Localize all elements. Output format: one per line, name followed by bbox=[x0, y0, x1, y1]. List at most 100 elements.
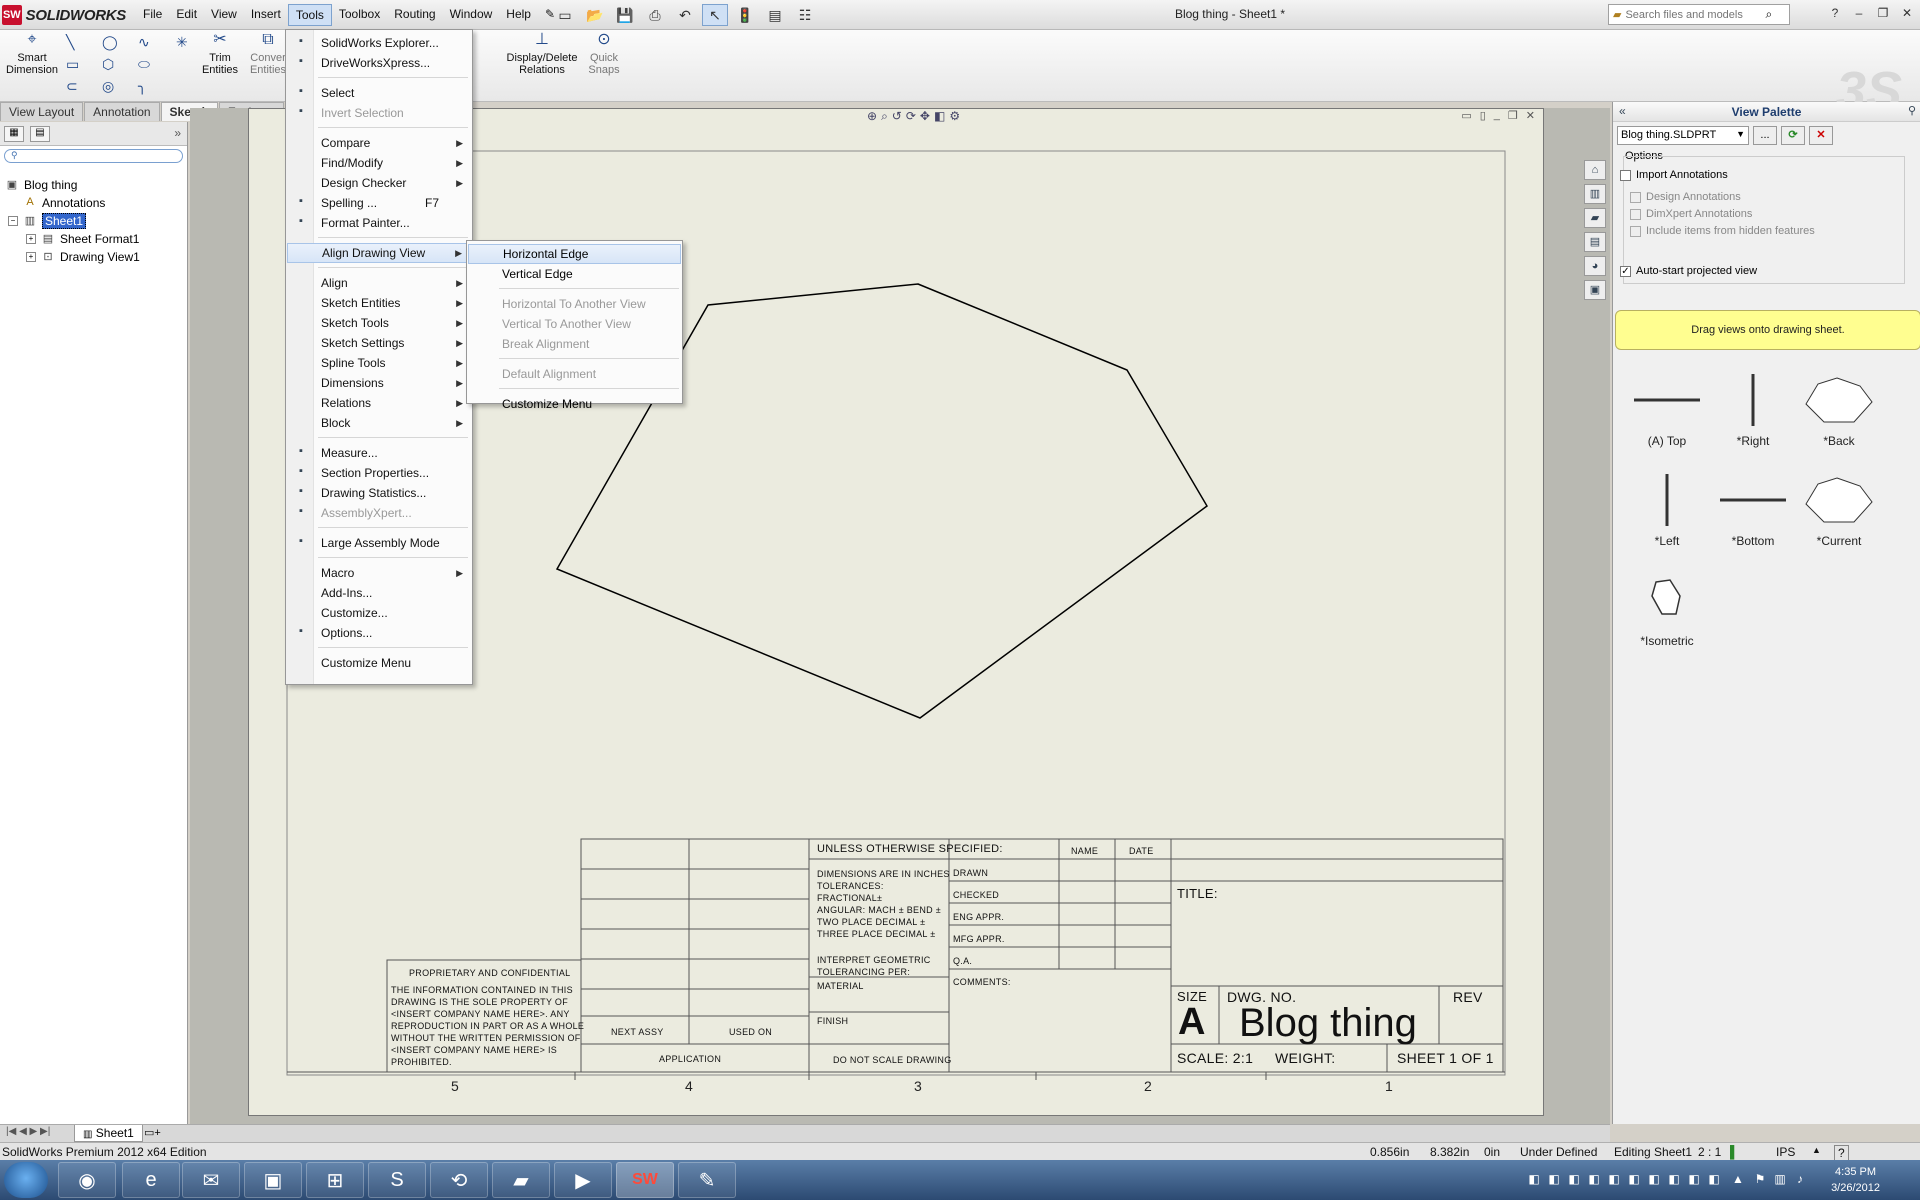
tray-app-icon[interactable]: ◧ bbox=[1626, 1172, 1642, 1188]
menu-item-align[interactable]: Align ▶ bbox=[287, 273, 471, 293]
view-thumb-isometric[interactable]: *Isometric bbox=[1627, 572, 1707, 648]
menu-item-sketch-settings[interactable]: Sketch Settings ▶ bbox=[287, 333, 471, 353]
view-thumb-top[interactable]: (A) Top bbox=[1627, 372, 1707, 448]
submenu-item-break-alignment[interactable]: Break Alignment bbox=[468, 334, 681, 354]
browse-button[interactable]: ... bbox=[1753, 126, 1777, 145]
tree-root[interactable]: ▣ Blog thing bbox=[4, 176, 78, 194]
status-scale[interactable]: 2 : 1 bbox=[1698, 1145, 1721, 1159]
internet-explorer-icon[interactable]: e bbox=[122, 1162, 180, 1198]
print-icon[interactable]: ⎙ bbox=[642, 4, 668, 26]
tree-item-sheet-format[interactable]: + ▤ Sheet Format1 bbox=[26, 230, 139, 248]
auto-start-checkbox[interactable]: ✓ Auto-start projected view bbox=[1620, 265, 1757, 277]
help-icon[interactable]: ? bbox=[1834, 1145, 1849, 1161]
menu-item-solidworks-explorer[interactable]: ▪ SolidWorks Explorer... bbox=[287, 33, 471, 53]
menu-item-relations[interactable]: Relations ▶ bbox=[287, 393, 471, 413]
paint-icon[interactable]: ✎ bbox=[678, 1162, 736, 1198]
volume-icon[interactable]: ♪ bbox=[1792, 1172, 1808, 1188]
submenu-item-horizontal-to-another-view[interactable]: Horizontal To Another View bbox=[468, 294, 681, 314]
spline-icon[interactable]: ∿ bbox=[138, 34, 150, 51]
view-thumb-back[interactable]: *Back bbox=[1799, 372, 1879, 448]
expand-icon[interactable]: + bbox=[26, 234, 36, 244]
menu-item-format-painter[interactable]: ▪ Format Painter... bbox=[287, 213, 471, 233]
menu-item-design-checker[interactable]: Design Checker ▶ bbox=[287, 173, 471, 193]
tree-filter-input[interactable]: ⚲ bbox=[4, 149, 183, 163]
appearances-icon[interactable]: ◕ bbox=[1584, 256, 1606, 276]
ellipse-icon[interactable]: ⬭ bbox=[138, 56, 150, 73]
slot-icon[interactable]: ⊂ bbox=[66, 78, 78, 95]
menu-insert[interactable]: Insert bbox=[244, 4, 288, 26]
media-player-icon[interactable]: ▶ bbox=[554, 1162, 612, 1198]
custom-properties-icon[interactable]: ▣ bbox=[1584, 280, 1606, 300]
search-icon[interactable]: ⌕ bbox=[1765, 7, 1772, 22]
menu-item-dimensions[interactable]: Dimensions ▶ bbox=[287, 373, 471, 393]
tray-expand-icon[interactable]: ▲ bbox=[1730, 1172, 1746, 1188]
sheet-nav-arrows-icon[interactable]: |◀ ◀ ▶ ▶| bbox=[6, 1126, 50, 1137]
solidworks-taskbar-icon[interactable]: SW bbox=[616, 1162, 674, 1198]
view-palette-tab-icon[interactable]: ▤ bbox=[1584, 232, 1606, 252]
rectangle-icon[interactable]: ▭ bbox=[66, 56, 79, 73]
display-delete-relations-button[interactable]: ⊥ Display/Delete Relations bbox=[504, 32, 580, 77]
undo-icon[interactable]: ↶ bbox=[672, 4, 698, 26]
sync-icon[interactable]: ⟲ bbox=[430, 1162, 488, 1198]
tray-app-icon[interactable]: ◧ bbox=[1646, 1172, 1662, 1188]
solidworks-logo[interactable]: SW SOLIDWORKS bbox=[2, 4, 126, 26]
menu-item-sketch-tools[interactable]: Sketch Tools ▶ bbox=[287, 313, 471, 333]
outlook-icon[interactable]: ✉ bbox=[182, 1162, 240, 1198]
menu-routing[interactable]: Routing bbox=[387, 4, 442, 26]
smart-dimension-button[interactable]: ⌖ Smart Dimension bbox=[4, 32, 60, 77]
action-center-icon[interactable]: ⚑ bbox=[1752, 1172, 1768, 1188]
menu-item-select[interactable]: ▪ Select bbox=[287, 83, 471, 103]
design-library-icon[interactable]: ▥ bbox=[1584, 184, 1606, 204]
sheet-tab-sheet1[interactable]: ▥ Sheet1 bbox=[74, 1125, 143, 1142]
view-thumb-left[interactable]: *Left bbox=[1627, 472, 1707, 548]
menu-file[interactable]: File bbox=[136, 4, 169, 26]
rebuild-icon[interactable]: 🚦 bbox=[732, 4, 758, 26]
menu-view[interactable]: View bbox=[204, 4, 244, 26]
menu-item-options[interactable]: ▪ Options... bbox=[287, 623, 471, 643]
view-thumb-bottom[interactable]: *Bottom bbox=[1713, 472, 1793, 548]
menu-item-add-ins[interactable]: Add-Ins... bbox=[287, 583, 471, 603]
hidden-features-checkbox[interactable]: Include items from hidden features bbox=[1630, 225, 1815, 237]
tray-app-icon[interactable]: ◧ bbox=[1686, 1172, 1702, 1188]
menu-item-find-modify[interactable]: Find/Modify ▶ bbox=[287, 153, 471, 173]
file-explorer-icon[interactable]: ▰ bbox=[1584, 208, 1606, 228]
options-icon[interactable]: ☷ bbox=[792, 4, 818, 26]
submenu-item-vertical-to-another-view[interactable]: Vertical To Another View bbox=[468, 314, 681, 334]
network-tray-icon[interactable]: ▥ bbox=[1772, 1172, 1788, 1188]
solidworks-explorer-icon[interactable]: S bbox=[368, 1162, 426, 1198]
menu-toolbox[interactable]: Toolbox bbox=[332, 4, 387, 26]
offset-icon[interactable]: ◎ bbox=[102, 78, 114, 95]
tray-app-icon[interactable]: ◧ bbox=[1586, 1172, 1602, 1188]
menu-item-drawing-statistics[interactable]: ▪ Drawing Statistics... bbox=[287, 483, 471, 503]
taskbar-clock[interactable]: 4:35 PM 3/26/2012 bbox=[1831, 1164, 1880, 1196]
save-icon[interactable]: 💾 bbox=[612, 4, 638, 26]
menu-item-large-assembly-mode[interactable]: ▪ Large Assembly Mode bbox=[287, 533, 471, 553]
search-box[interactable]: ▰ ⌕ bbox=[1608, 4, 1790, 25]
menu-item-spline-tools[interactable]: Spline Tools ▶ bbox=[287, 353, 471, 373]
chevron-up-icon[interactable]: ▲ bbox=[1812, 1145, 1821, 1155]
tray-app-icon[interactable]: ◧ bbox=[1706, 1172, 1722, 1188]
minimize-icon[interactable]: – bbox=[1850, 4, 1868, 22]
new-document-icon[interactable]: ▭ bbox=[552, 4, 578, 26]
submenu-item-vertical-edge[interactable]: Vertical Edge bbox=[468, 264, 681, 284]
submenu-item-horizontal-edge[interactable]: Horizontal Edge bbox=[468, 244, 681, 264]
circle-icon[interactable]: ◯ bbox=[102, 34, 118, 51]
search-input[interactable] bbox=[1625, 8, 1766, 21]
restore-icon[interactable]: ❐ bbox=[1874, 4, 1892, 22]
import-annotations-checkbox[interactable]: Import Annotations bbox=[1620, 169, 1728, 181]
menu-item-block[interactable]: Block ▶ bbox=[287, 413, 471, 433]
property-manager-tab-icon[interactable]: ▤ bbox=[30, 126, 50, 142]
submenu-item-customize-menu[interactable]: Customize Menu bbox=[468, 394, 681, 414]
open-folder-icon[interactable]: 📂 bbox=[582, 4, 608, 26]
menu-item-compare[interactable]: Compare ▶ bbox=[287, 133, 471, 153]
expand-icon[interactable]: + bbox=[26, 252, 36, 262]
tree-item-sheet1[interactable]: − ▥ Sheet1 bbox=[8, 212, 87, 230]
menu-window[interactable]: Window bbox=[443, 4, 500, 26]
dimxpert-annotations-checkbox[interactable]: DimXpert Annotations bbox=[1630, 208, 1752, 220]
pin-pane-icon[interactable]: ⚲ bbox=[1908, 104, 1916, 117]
polygon-icon[interactable]: ⬡ bbox=[102, 56, 114, 73]
feature-tree-tab-icon[interactable]: ▦ bbox=[4, 126, 24, 142]
menu-item-customize-menu[interactable]: Customize Menu bbox=[287, 653, 471, 673]
clear-icon[interactable]: ✕ bbox=[1809, 126, 1833, 145]
menu-item-invert-selection[interactable]: ▪ Invert Selection bbox=[287, 103, 471, 123]
